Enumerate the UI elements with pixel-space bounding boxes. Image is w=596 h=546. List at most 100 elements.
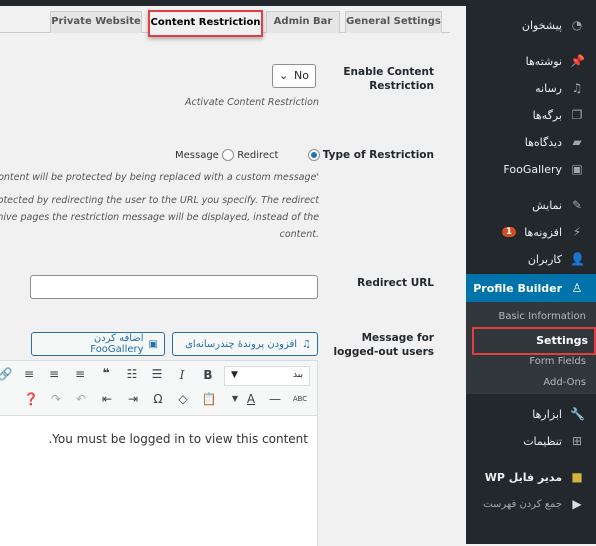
format-select[interactable]: ▼ بند (224, 366, 310, 386)
indent-icon[interactable]: ⇥ (124, 392, 142, 406)
color-caret-icon[interactable]: ▼ (226, 394, 244, 403)
clear-format-icon[interactable]: ◇ (174, 392, 192, 406)
special-char-icon[interactable]: Ω (149, 392, 167, 406)
settings-icon: ⊞ (571, 434, 583, 448)
sidebar-item-users[interactable]: کاربران 👤 (466, 246, 596, 272)
comments-icon: ▰ (572, 135, 582, 149)
tab-private-website[interactable]: Private Website (50, 11, 142, 33)
redo-icon[interactable]: ↷ (47, 392, 65, 406)
sidebar-label: دیدگاه‌ها (524, 135, 562, 149)
pages-icon: ❐ (571, 108, 583, 122)
sidebar-item-settings[interactable]: تنظیمات ⊞ (466, 428, 596, 454)
sidebar-item-foogallery[interactable]: FooGallery ▣ (466, 156, 596, 182)
enable-select[interactable]: ⌄ No (272, 64, 316, 88)
appearance-icon: ✎ (571, 198, 583, 212)
radio-message[interactable] (307, 149, 320, 161)
message-editor[interactable]: .You must be logged in to view this cont… (0, 416, 318, 546)
message-option-label: Message (175, 150, 219, 161)
tab-admin-bar[interactable]: Admin Bar (266, 11, 340, 33)
italic-icon[interactable]: I (173, 368, 191, 382)
type-desc-2: protected by redirecting the user to the… (0, 192, 319, 243)
sidebar-label: افزونه‌ها (524, 225, 562, 239)
sidebar-label: FooGallery (503, 162, 562, 176)
sidebar-label: Profile Builder (473, 281, 562, 295)
gallery-icon: ▣ (148, 338, 158, 350)
sidebar-label: WP مدیر فایل (484, 470, 562, 484)
redirect-label: Redirect URL (357, 277, 434, 289)
sidebar-label: ابزارها (532, 407, 562, 421)
blockquote-icon[interactable]: ❝ (97, 366, 115, 380)
add-foogallery-label: اضافه کردن FooGallery (90, 333, 144, 355)
sidebar-label: جمع کردن فهرست (483, 498, 562, 510)
redirect-url-input[interactable] (30, 275, 318, 299)
text-color-icon[interactable]: A (242, 392, 260, 406)
undo-icon[interactable]: ↶ (72, 392, 90, 406)
type-desc-2b: archive pages the restriction message wi… (0, 212, 319, 223)
align-right-icon[interactable]: ≡ (20, 367, 38, 381)
sidebar-item-appearance[interactable]: نمایش ✎ (466, 192, 596, 218)
type-desc-2c: .content (279, 229, 319, 240)
editor-content: .You must be logged in to view this cont… (48, 432, 308, 446)
align-center-icon[interactable]: ≡ (45, 367, 63, 381)
users-icon: 👤 (570, 252, 585, 266)
type-desc-1: 's content will be protected by being re… (0, 172, 319, 183)
sidebar-item-dashboard[interactable]: پیشخوان ◔ (466, 12, 596, 38)
sidebar-collapse[interactable]: جمع کردن فهرست ▶ (466, 491, 596, 517)
strikethrough-icon[interactable]: ABC (291, 395, 309, 403)
sidebar-item-profile-builder[interactable]: Profile Builder ♙ (466, 274, 596, 302)
sidebar-item-tools[interactable]: ابزارها 🔧 (466, 401, 596, 427)
sidebar-label: نمایش (532, 198, 562, 212)
submenu-form-fields[interactable]: Form Fields (466, 356, 596, 367)
sidebar-item-comments[interactable]: دیدگاه‌ها ▰ (466, 129, 596, 155)
paste-text-icon[interactable]: 📋 (200, 392, 218, 406)
numbered-list-icon[interactable]: ☷ (123, 367, 141, 381)
sidebar-item-media[interactable]: رسانه ♫ (466, 75, 596, 101)
add-media-label: افزودن پروندهٔ چندرسانه‌ای (185, 338, 298, 350)
sidebar-label: تنظیمات (523, 434, 562, 448)
sidebar-item-posts[interactable]: نوشته‌ها 📌 (466, 48, 596, 74)
type-desc-2a: protected by redirecting the user to the… (0, 195, 319, 206)
sidebar-label: رسانه (535, 81, 562, 95)
redirect-option-label: Redirect (237, 150, 279, 161)
tab-content-restriction[interactable]: Content Restriction (148, 10, 263, 37)
add-media-button[interactable]: ♫ افزودن پروندهٔ چندرسانه‌ای (172, 332, 318, 356)
bold-icon[interactable]: B (199, 368, 217, 382)
submenu-add-ons[interactable]: Add-Ons (466, 377, 596, 388)
caret-down-icon: ▼ (231, 370, 238, 380)
type-radio-group: Message Redirect (175, 149, 320, 161)
submenu-basic-information[interactable]: Basic Information (466, 311, 596, 322)
sidebar-label: پیشخوان (521, 18, 562, 32)
editor-toolbar: ▼ بند B I ☰ ☷ ❝ ≡ ≡ ≡ 🔗 ABC — A ▼ 📋 ◇ Ω ⇥… (0, 360, 318, 416)
sidebar-item-pages[interactable]: برگه‌ها ❐ (466, 102, 596, 128)
plugins-icon: ⚡ (572, 225, 582, 239)
dashboard-icon: ◔ (571, 18, 583, 32)
enable-desc: Activate Content Restriction (184, 97, 319, 108)
align-left-icon[interactable]: ≡ (71, 367, 89, 381)
pin-icon: 📌 (570, 54, 585, 68)
bullet-list-icon[interactable]: ☰ (148, 367, 166, 381)
help-icon[interactable]: ❓ (22, 392, 40, 406)
horizontal-line-icon[interactable]: — (266, 392, 284, 406)
sidebar-item-plugins[interactable]: 1 افزونه‌ها ⚡ (466, 219, 596, 245)
user-icon: ♙ (571, 281, 583, 295)
sidebar-label: نوشته‌ها (525, 54, 562, 68)
update-badge: 1 (501, 227, 517, 237)
folder-icon: ■ (571, 470, 583, 484)
outdent-icon[interactable]: ⇤ (98, 392, 116, 406)
add-foogallery-button[interactable]: ▣ اضافه کردن FooGallery (31, 332, 165, 356)
enable-label: Enable Content Restriction (343, 66, 434, 92)
sidebar-label: کاربران (527, 252, 562, 266)
media-icon: ♫ (302, 338, 311, 350)
media-icon: ♫ (571, 81, 583, 95)
link-icon[interactable]: 🔗 (0, 367, 14, 381)
sidebar-item-file-manager[interactable]: WP مدیر فایل ■ (466, 464, 596, 490)
admin-sidebar: پیشخوان ◔ نوشته‌ها 📌 رسانه ♫ برگه‌ها ❐ دیدگا… (466, 6, 596, 544)
tab-general-settings[interactable]: General Settings (345, 11, 442, 33)
submenu-settings[interactable]: Settings (472, 327, 596, 355)
tools-icon: 🔧 (570, 407, 585, 421)
format-value: بند (293, 370, 303, 380)
radio-redirect[interactable] (222, 149, 235, 161)
sidebar-label: برگه‌ها (532, 108, 562, 122)
type-label: Type of Restriction (322, 149, 434, 161)
collapse-icon: ▶ (572, 497, 582, 511)
